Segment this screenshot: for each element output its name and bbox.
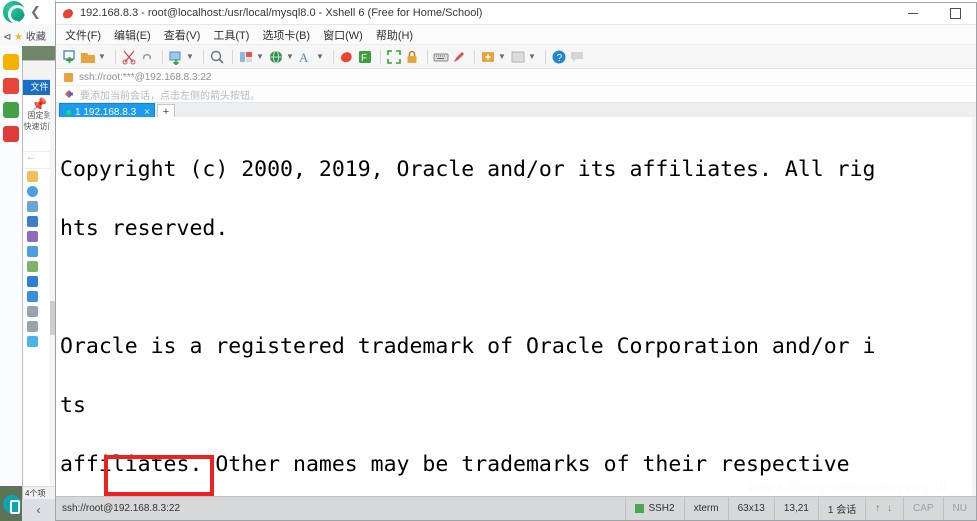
chat-icon[interactable] xyxy=(569,49,585,65)
tool-icon[interactable] xyxy=(3,126,19,142)
globe-icon[interactable] xyxy=(268,49,284,65)
svg-text:F: F xyxy=(361,53,367,64)
menu-tabs[interactable]: 选项卡(B) xyxy=(262,27,310,43)
status-bar: ssh://root@192.168.8.3:22 SSH2 xterm 63x… xyxy=(56,496,976,520)
add-icon[interactable] xyxy=(480,49,496,65)
keyboard-icon[interactable] xyxy=(433,49,449,65)
hint-bar: 要添加当前会话，点击左侧的箭头按钮。 xyxy=(56,86,976,103)
star-icon[interactable] xyxy=(3,54,19,70)
chevron-down-icon[interactable]: ▼ xyxy=(286,52,294,61)
status-size: 63x13 xyxy=(727,497,774,520)
lock-icon[interactable] xyxy=(404,49,420,65)
status-connection: ssh://root@192.168.8.3:22 xyxy=(62,503,181,514)
connection-status-dot-icon xyxy=(66,109,71,115)
chevron-down-icon[interactable]: ▼ xyxy=(256,52,264,61)
divider xyxy=(232,49,233,64)
window-title: 192.168.8.3 - root@localhost:/usr/local/… xyxy=(80,7,483,19)
status-transfer-arrows: ↑ ↓ xyxy=(865,497,903,520)
svg-text:?: ? xyxy=(557,53,563,64)
status-protocol: SSH2 xyxy=(625,497,683,520)
fullscreen-icon[interactable] xyxy=(386,49,402,65)
transfer-icon[interactable] xyxy=(168,49,184,66)
maximize-button[interactable] xyxy=(934,3,976,24)
font-icon[interactable]: A xyxy=(298,49,314,65)
nav-arrow-button[interactable]: ‹ xyxy=(22,499,55,521)
status-cursor-position: 13,21 xyxy=(773,497,818,520)
xshell-icon[interactable] xyxy=(339,49,355,65)
star-icon: ★ xyxy=(14,32,24,43)
menu-file[interactable]: 文件(F) xyxy=(65,27,101,43)
menu-edit[interactable]: 编辑(E) xyxy=(114,27,151,43)
connection-icon xyxy=(635,504,645,513)
menu-tools[interactable]: 工具(T) xyxy=(213,27,249,43)
svg-text:A: A xyxy=(299,50,309,65)
menu-view[interactable]: 查看(V) xyxy=(164,27,201,43)
edge-logo-icon xyxy=(3,1,25,23)
divider xyxy=(162,49,163,64)
terminal-text: Copyright (c) 2000, 2019, Oracle and/or … xyxy=(60,125,976,496)
divider xyxy=(545,49,546,64)
terminal-line: hts reserved. xyxy=(60,215,229,241)
bookmark-label: 收藏 xyxy=(25,32,46,43)
help-icon[interactable]: ? xyxy=(551,49,567,65)
new-session-icon[interactable] xyxy=(62,49,78,65)
menu-bar: 文件(F) 编辑(E) 查看(V) 工具(T) 选项卡(B) 窗口(W) 帮助(… xyxy=(56,25,976,45)
highlight-icon[interactable] xyxy=(451,49,467,65)
xshell-icon xyxy=(62,7,75,20)
arrow-hint-icon xyxy=(64,89,74,99)
window-controls xyxy=(892,3,976,24)
status-protocol-label: SSH2 xyxy=(648,503,675,514)
watermark-text: https://blog.csdn.net/yang11__1 xyxy=(748,479,974,496)
divider xyxy=(333,49,334,64)
taskbar-left xyxy=(0,486,22,521)
hint-text: 要添加当前会话，点击左侧的箭头按钮。 xyxy=(80,90,260,102)
terminal-line: Copyright (c) 2000, 2019, Oracle and/or … xyxy=(60,156,876,182)
divider xyxy=(427,49,428,64)
browser-side-rail[interactable] xyxy=(0,46,22,521)
status-num-lock: NU xyxy=(942,497,976,520)
terminal-scrollbar[interactable] xyxy=(972,117,976,496)
back-arrow-icon[interactable]: ❮ xyxy=(30,4,41,20)
shield-icon[interactable] xyxy=(3,78,19,94)
xftp-icon[interactable]: F xyxy=(357,49,373,65)
status-caps-lock: CAP xyxy=(902,497,943,520)
terminal-output[interactable]: Copyright (c) 2000, 2019, Oracle and/or … xyxy=(56,117,976,496)
status-terminal-type: xterm xyxy=(683,497,728,520)
divider xyxy=(380,49,381,64)
browser-titlebar: ❮ xyxy=(0,0,55,24)
chevron-down-icon[interactable]: ▼ xyxy=(98,52,106,61)
chevron-down-icon[interactable]: ▼ xyxy=(498,52,506,61)
status-session-count: 1 会话 xyxy=(817,497,865,520)
find-icon[interactable] xyxy=(209,49,225,65)
layout-icon[interactable] xyxy=(238,49,254,65)
chevron-down-icon[interactable]: ▼ xyxy=(528,52,536,61)
bookmark-back-icon: ⊲ xyxy=(3,32,12,43)
app-circle-icon[interactable] xyxy=(3,495,21,514)
terminal-line: affiliates. Other names may be trademark… xyxy=(60,451,850,477)
mail-icon[interactable] xyxy=(3,102,19,118)
address-bar[interactable]: ssh://root:***@192.168.8.3:22 xyxy=(56,69,976,86)
window-titlebar[interactable]: 192.168.8.3 - root@localhost:/usr/local/… xyxy=(56,3,976,25)
tab-label: 1 192.168.8.3 xyxy=(75,106,137,118)
minimize-button[interactable] xyxy=(892,3,934,24)
file-explorer-window[interactable]: 文件 📌 固定到 快速访问 ← 4个项 xyxy=(22,60,57,502)
xshell-window: 192.168.8.3 - root@localhost:/usr/local/… xyxy=(55,2,977,521)
open-session-icon[interactable] xyxy=(80,49,96,65)
chevron-down-icon[interactable]: ▼ xyxy=(316,52,324,61)
panel-icon[interactable] xyxy=(510,49,526,65)
link-icon[interactable] xyxy=(139,49,155,65)
cut-icon[interactable] xyxy=(121,49,137,65)
close-icon[interactable]: × xyxy=(144,107,150,118)
chevron-down-icon[interactable]: ▼ xyxy=(186,52,194,61)
terminal-line: Oracle is a registered trademark of Orac… xyxy=(60,333,876,359)
menu-help[interactable]: 帮助(H) xyxy=(376,27,413,43)
lock-icon xyxy=(64,72,73,82)
address-url[interactable]: ssh://root:***@192.168.8.3:22 xyxy=(79,72,211,83)
terminal-line: ts xyxy=(60,392,86,418)
divider xyxy=(203,49,204,64)
divider xyxy=(474,49,475,64)
toolbar: ▼ ▼ ▼ ▼ A ▼ F ▼ ▼ ? xyxy=(56,45,976,69)
divider xyxy=(115,49,116,64)
menu-window[interactable]: 窗口(W) xyxy=(323,27,363,43)
